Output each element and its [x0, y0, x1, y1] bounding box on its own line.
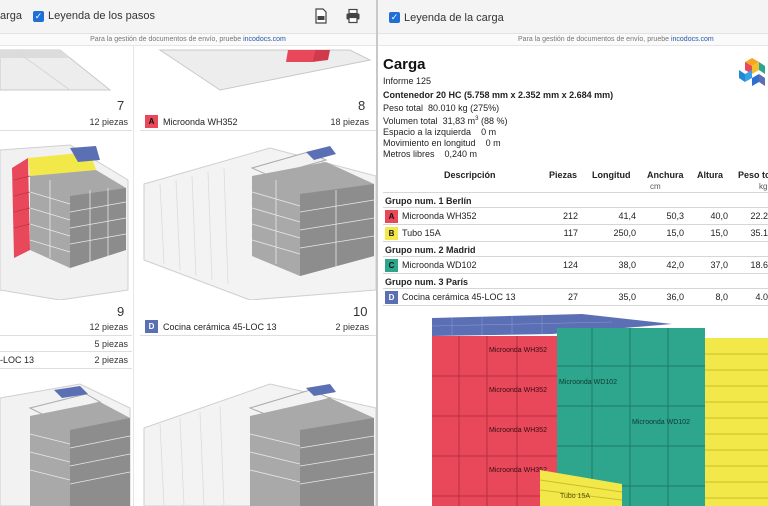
- col-header-piezas: Piezas: [549, 170, 578, 180]
- row-tag-b: B: [385, 227, 398, 240]
- step-6-thumbnail-left: [0, 49, 112, 91]
- step-10-item: Cocina cerámica 45-LOC 13: [163, 322, 277, 332]
- promo-banner: Para la gestión de documentos de envío, …: [0, 34, 376, 46]
- row-tag-c: C: [385, 259, 398, 272]
- load-legend-checkbox-icon[interactable]: ✓: [389, 12, 400, 23]
- group-header-1: Grupo num. 1 Berlín: [385, 196, 472, 206]
- group-header-2: Grupo num. 2 Madrid: [385, 245, 476, 255]
- app-logo-icon: [739, 58, 765, 86]
- step-10-number: 10: [353, 304, 368, 319]
- report-number: Informe 125: [383, 76, 432, 86]
- step-9-pieces: 12 piezas: [89, 322, 128, 332]
- row-tag-a: A: [385, 210, 398, 223]
- report-promo-banner: Para la gestión de documentos de envío, …: [378, 34, 768, 46]
- col-header-descripcion: Descripción: [444, 170, 496, 180]
- render-label-c-1: Microonda WD102: [559, 379, 617, 386]
- container-spec: Contenedor 20 HC (5.758 mm x 2.352 mm x …: [383, 90, 614, 100]
- step-7-thumbnail: [0, 144, 129, 300]
- render-label-a-1: Microonda WH352: [489, 347, 547, 354]
- steps-legend-checkbox-icon[interactable]: ✓: [33, 11, 44, 22]
- steps-toolbar: arga ✓ Leyenda de los pasos: [0, 0, 376, 34]
- load-legend-label[interactable]: Leyenda de la carga: [404, 12, 504, 24]
- step-10-tag: D: [145, 320, 158, 333]
- render-label-a-2: Microonda WH352: [489, 387, 547, 394]
- group-header-3: Grupo num. 3 París: [385, 277, 469, 287]
- step-7-pieces: 12 piezas: [89, 117, 128, 127]
- step-10-thumbnail: [143, 383, 376, 506]
- row-tag-d: D: [385, 291, 398, 304]
- step-8-number: 8: [358, 98, 366, 113]
- report-promo-link[interactable]: incodocs.com: [671, 36, 714, 43]
- step-9-extra-pieces-2: 2 piezas: [94, 355, 128, 365]
- steps-legend-label[interactable]: Leyenda de los pasos: [48, 10, 155, 22]
- unit-cm: cm: [650, 182, 661, 191]
- load-3d-render[interactable]: Microonda WH352 Microonda WH352 Microond…: [432, 314, 768, 506]
- render-label-a-3: Microonda WH352: [489, 427, 547, 434]
- step-8-thumbnail: [143, 146, 376, 300]
- step-8-tag: A: [145, 115, 158, 128]
- container-render-image: Microonda WH352 Microonda WH352 Microond…: [432, 314, 768, 506]
- col-header-longitud: Longitud: [592, 170, 631, 180]
- espacio-izquierda: Espacio a la izquierda 0 m: [383, 127, 497, 137]
- volumen-total: Volumen total 31,83 m3 (88 %): [383, 116, 508, 126]
- steps-panel: arga ✓ Leyenda de los pasos Para la gest…: [0, 0, 376, 506]
- metros-libres: Metros libres 0,240 m: [383, 149, 478, 159]
- peso-total: Peso total 80.010 kg (275%): [383, 103, 500, 113]
- promo-link[interactable]: incodocs.com: [243, 36, 286, 43]
- load-report-panel: ✓ Leyenda de la carga Para la gestión de…: [378, 0, 768, 506]
- pdf-icon[interactable]: [313, 8, 329, 24]
- render-label-b: Tubo 15A: [560, 493, 590, 500]
- unit-kg: kg: [759, 182, 768, 191]
- step-6-thumbnail-right: [158, 49, 372, 91]
- step-10-pieces: 2 piezas: [335, 322, 369, 332]
- print-icon[interactable]: [345, 8, 361, 24]
- render-label-a-4: Microonda WH352: [489, 467, 547, 474]
- report-promo-text: Para la gestión de documentos de envío, …: [518, 36, 669, 43]
- report-title: Carga: [383, 56, 426, 73]
- step-8-pieces: 18 piezas: [330, 117, 369, 127]
- step-9-number: 9: [117, 304, 125, 319]
- movimiento-longitud: Movimiento en longitud 0 m: [383, 138, 501, 148]
- toolbar-cut-label: arga: [0, 10, 23, 22]
- column-divider: [133, 46, 134, 506]
- render-label-c-2: Microonda WD102: [632, 419, 690, 426]
- step-7-number: 7: [117, 98, 125, 113]
- step-9-thumbnail: [0, 383, 131, 506]
- app-window: arga ✓ Leyenda de los pasos Para la gest…: [0, 0, 768, 506]
- step-9-extra-pieces-1: 5 piezas: [94, 339, 128, 349]
- col-header-altura: Altura: [697, 170, 724, 180]
- step-8-item: Microonda WH352: [163, 117, 238, 127]
- step-9-extra-item: -LOC 13: [0, 355, 35, 365]
- col-header-peso: Peso to: [738, 170, 768, 180]
- report-toolbar: ✓ Leyenda de la carga: [378, 0, 768, 34]
- promo-text: Para la gestión de documentos de envío, …: [90, 36, 242, 43]
- col-header-anchura: Anchura: [647, 170, 684, 180]
